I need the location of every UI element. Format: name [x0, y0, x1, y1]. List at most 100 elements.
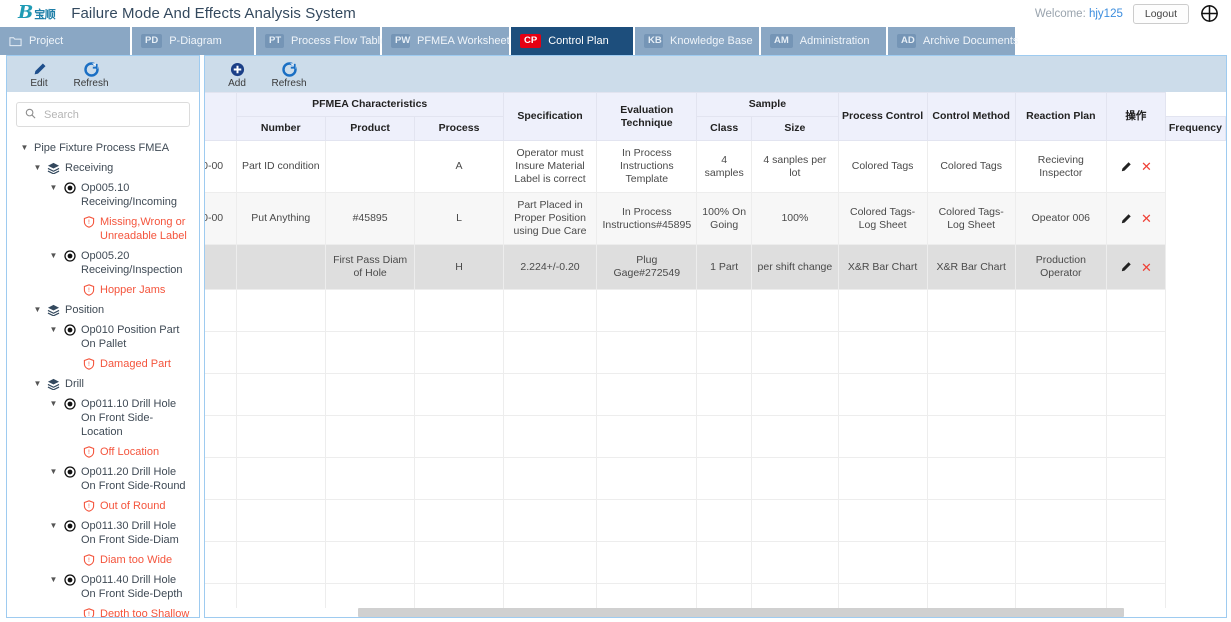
table-row-empty [205, 499, 1226, 542]
col-sample-size[interactable]: Size [751, 116, 839, 141]
table-row[interactable]: 0000-00Put Anything#45895LPart Placed in… [205, 192, 1226, 245]
tab-archive-documents[interactable]: AD Archive Documents [888, 27, 1019, 55]
tree-node-op011-30-drill-hole-on-front-side-diam[interactable]: ▼ Op011.30 Drill Hole On Front Side-Diam [16, 516, 190, 550]
svg-text:!: ! [87, 557, 89, 564]
tree-node-drill[interactable]: ▼ Drill [16, 374, 190, 394]
control-plan-grid-container[interactable]: PFMEA Characteristics Specification Eval… [205, 92, 1226, 617]
tree-node-diam-too-wide[interactable]: ▼!Diam too Wide [16, 550, 190, 570]
globe-icon[interactable] [1199, 4, 1219, 24]
tab-administration[interactable]: AM Administration [761, 27, 886, 55]
logout-button[interactable]: Logout [1132, 3, 1189, 24]
tree-node-label: Op010 Position Part On Pallet [81, 324, 180, 350]
col-class[interactable]: Class [696, 116, 753, 141]
tree-node-position[interactable]: ▼ Position [16, 300, 190, 320]
col-process[interactable]: Process [414, 116, 504, 141]
horizontal-scrollbar-thumb[interactable] [358, 608, 1124, 617]
tree-node-op005-10-receiving-incoming[interactable]: ▼ Op005.10 Receiving/Incoming [16, 178, 190, 212]
warning-icon: ! [82, 357, 95, 371]
chevron-down-icon[interactable]: ▼ [49, 465, 58, 479]
sidebar-edit-button[interactable]: Edit [15, 60, 63, 89]
tab-pfmea-worksheet[interactable]: PW PFMEA Worksheet [382, 27, 510, 55]
tree-node-op011-40-drill-hole-on-front-side-depth[interactable]: ▼ Op011.40 Drill Hole On Front Side-Depth [16, 570, 190, 604]
tab-project[interactable]: Project [0, 27, 130, 55]
col-group-blank[interactable] [205, 92, 237, 141]
tree-node-missing-wrong-or-unreadable-label[interactable]: ▼!Missing,Wrong or Unreadable Label [16, 212, 190, 246]
main-refresh-button[interactable]: Refresh [265, 60, 313, 89]
tree-node-hopper-jams[interactable]: ▼!Hopper Jams [16, 280, 190, 300]
target-icon [63, 397, 76, 411]
col-sample-frequency[interactable]: Frequency [1164, 116, 1226, 141]
tree-node-label: Diam too Wide [100, 554, 173, 566]
cell-empty [926, 457, 1016, 500]
search-box[interactable] [16, 102, 190, 127]
cell-empty [502, 499, 598, 542]
edit-icon[interactable] [1120, 213, 1132, 225]
tree-node-label: Damaged Part [100, 358, 171, 370]
col-group-sample[interactable]: Sample [696, 92, 839, 117]
chevron-down-icon[interactable]: ▼ [49, 519, 58, 533]
col-control-method[interactable]: Control Method [926, 92, 1016, 141]
horizontal-scrollbar-track[interactable] [205, 608, 1226, 617]
sidebar-refresh-button[interactable]: Refresh [67, 60, 115, 89]
chevron-down-icon[interactable]: ▼ [33, 377, 42, 391]
chevron-down-icon[interactable]: ▼ [49, 181, 58, 195]
col-group-pfmea-characteristics[interactable]: PFMEA Characteristics [235, 92, 504, 117]
chevron-down-icon[interactable]: ▼ [49, 323, 58, 337]
cell-empty [1014, 331, 1107, 374]
tree-node-op010-position-part-on-pallet[interactable]: ▼ Op010 Position Part On Pallet [16, 320, 190, 354]
delete-icon[interactable]: ✕ [1141, 212, 1152, 225]
stack-icon [47, 303, 60, 317]
cell-empty [205, 331, 237, 374]
tree-node-damaged-part[interactable]: ▼!Damaged Part [16, 354, 190, 374]
tree-node-receiving[interactable]: ▼ Receiving [16, 158, 190, 178]
search-input[interactable] [42, 107, 181, 122]
cell-sample-frequency: 100% [751, 192, 839, 245]
col-specification[interactable]: Specification [502, 92, 598, 141]
chevron-down-icon[interactable]: ▼ [49, 573, 58, 587]
cell-empty [1105, 541, 1166, 584]
tab-label-archive-documents: Archive Documents [923, 35, 1019, 47]
chevron-down-icon[interactable]: ▼ [49, 249, 58, 263]
cell-specification: 2.224+/-0.20 [502, 244, 598, 290]
edit-icon[interactable] [1120, 261, 1132, 273]
tree-node-op011-20-drill-hole-on-front-side-round[interactable]: ▼ Op011.20 Drill Hole On Front Side-Round [16, 462, 190, 496]
cell-empty [324, 331, 416, 374]
chevron-down-icon[interactable]: ▼ [49, 397, 58, 411]
tab-label-administration: Administration [799, 35, 870, 47]
tab-badge-pd: PD [141, 34, 163, 48]
chevron-down-icon[interactable]: ▼ [20, 141, 29, 155]
chevron-down-icon[interactable]: ▼ [33, 161, 42, 175]
tree-node-depth-too-shallow[interactable]: ▼!Depth too Shallow [16, 604, 190, 617]
tree-node-pipe-fixture-process-fmea[interactable]: ▼ Pipe Fixture Process FMEA [16, 138, 190, 158]
tab-p-diagram[interactable]: PD P-Diagram [132, 27, 254, 55]
delete-icon[interactable]: ✕ [1141, 261, 1152, 274]
table-row[interactable]: First Pass Diam of Hole H 2.224+/-0.20 Plug… [205, 244, 1226, 290]
cell-actions: ✕ [1105, 192, 1166, 245]
table-row[interactable]: 0000-00Part ID condition AOperator must I… [205, 140, 1226, 193]
chevron-down-icon[interactable]: ▼ [33, 303, 42, 317]
delete-icon[interactable]: ✕ [1141, 160, 1152, 173]
target-icon [63, 323, 76, 337]
tab-badge-kb: KB [644, 34, 663, 48]
tab-control-plan[interactable]: CP Control Plan [511, 27, 633, 55]
col-process-control[interactable]: Process Control [837, 92, 928, 141]
sidebar-edit-label: Edit [30, 77, 48, 89]
col-reaction-plan[interactable]: Reaction Plan [1014, 92, 1107, 141]
tree-node-off-location[interactable]: ▼!Off Location [16, 442, 190, 462]
add-button[interactable]: Add [213, 60, 261, 89]
cell-empty [502, 331, 598, 374]
tab-process-flow-table[interactable]: PT Process Flow Table [256, 27, 386, 55]
tab-badge-pt: PT [265, 34, 284, 48]
col-product[interactable]: Product [324, 116, 416, 141]
col-number[interactable]: Number [235, 116, 326, 141]
tab-knowledge-base[interactable]: KB Knowledge Base [635, 27, 759, 55]
col-operations[interactable]: 操作 [1105, 92, 1166, 141]
tree-node-op005-20-receiving-inspection[interactable]: ▼ Op005.20 Receiving/Inspection [16, 246, 190, 280]
cell-empty [1014, 373, 1107, 416]
edit-icon[interactable] [1120, 161, 1132, 173]
tree-node-op011-10-drill-hole-on-front-side-location[interactable]: ▼ Op011.10 Drill Hole On Front Side-Locat… [16, 394, 190, 442]
tree-node-out-of-round[interactable]: ▼!Out of Round [16, 496, 190, 516]
cell-empty [751, 415, 839, 458]
col-evaluation-technique[interactable]: Evaluation Technique [596, 92, 698, 141]
cell-empty [837, 499, 928, 542]
